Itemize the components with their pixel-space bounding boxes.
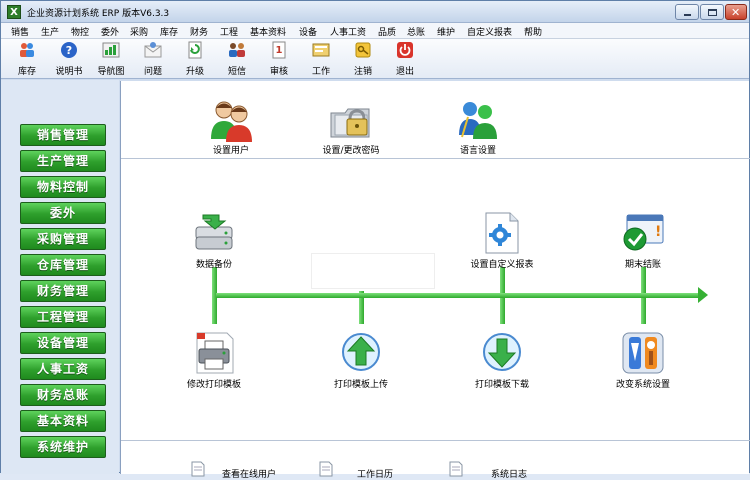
flow-arrow-icon bbox=[698, 287, 708, 303]
menu-engineering[interactable]: 工程 bbox=[220, 25, 238, 38]
work-icon bbox=[312, 43, 330, 57]
menu-basic-data[interactable]: 基本资料 bbox=[250, 25, 286, 38]
close-button[interactable]: ✕ bbox=[725, 4, 747, 20]
system-maintenance-panel: 设置用户 设置/更改密码 语言设置 数据备份 设置自定义报表 ! 期末结账 修改… bbox=[120, 81, 750, 480]
data-backup-icon bbox=[195, 214, 233, 250]
toolbar-audit-button[interactable]: 1 审核 bbox=[259, 40, 299, 78]
sidebar-purchasing-management[interactable]: 采购管理 bbox=[20, 228, 106, 250]
sidebar-general-ledger[interactable]: 财务总账 bbox=[20, 384, 106, 406]
sidebar-equipment-management[interactable]: 设备管理 bbox=[20, 332, 106, 354]
edit-print-template-item[interactable]: 修改打印模板 bbox=[187, 331, 241, 390]
close-icon: ✕ bbox=[731, 6, 741, 19]
menu-hr-payroll[interactable]: 人事工资 bbox=[330, 25, 366, 38]
sidebar-production-management[interactable]: 生产管理 bbox=[20, 150, 106, 172]
menu-bar: 销售 生产 物控 委外 采购 库存 财务 工程 基本资料 设备 人事工资 品质 … bbox=[1, 23, 749, 39]
menu-purchasing[interactable]: 采购 bbox=[130, 25, 148, 38]
data-backup-item[interactable]: 数据备份 bbox=[189, 211, 239, 270]
menu-sales[interactable]: 销售 bbox=[11, 25, 29, 38]
custom-report-setup-item[interactable]: 设置自定义报表 bbox=[470, 211, 534, 270]
sms-users-icon bbox=[229, 43, 245, 57]
toolbar-navigation-button[interactable]: 导航图 bbox=[91, 40, 131, 78]
logout-key-icon bbox=[355, 42, 371, 58]
svg-text:!: ! bbox=[655, 224, 661, 240]
minimize-icon bbox=[684, 14, 691, 16]
menu-material-control[interactable]: 物控 bbox=[71, 25, 89, 38]
print-template-upload-item[interactable]: 打印模板上传 bbox=[334, 331, 388, 390]
maximize-icon bbox=[708, 9, 717, 16]
navigation-map-icon bbox=[102, 42, 120, 58]
menu-outsourcing[interactable]: 委外 bbox=[101, 25, 119, 38]
question-mail-icon bbox=[144, 42, 162, 58]
sidebar-warehouse-management[interactable]: 仓库管理 bbox=[20, 254, 106, 276]
menu-maintenance[interactable]: 维护 bbox=[437, 25, 455, 38]
toolbar-manual-button[interactable]: ? 说明书 bbox=[49, 40, 89, 78]
window-title: 企业资源计划系统 ERP 版本V6.3.3 bbox=[27, 9, 170, 19]
menu-custom-report[interactable]: 自定义报表 bbox=[467, 25, 512, 38]
flow-line bbox=[216, 293, 698, 298]
toolbar-upgrade-button[interactable]: 升级 bbox=[175, 40, 215, 78]
module-sidebar: 销售管理 生产管理 物料控制 委外 采购管理 仓库管理 财务管理 工程管理 设备… bbox=[1, 80, 119, 474]
menu-finance[interactable]: 财务 bbox=[190, 25, 208, 38]
sidebar-finance-management[interactable]: 财务管理 bbox=[20, 280, 106, 302]
sidebar-material-control[interactable]: 物料控制 bbox=[20, 176, 106, 198]
empty-placeholder-box bbox=[311, 253, 435, 289]
section-divider bbox=[121, 158, 750, 159]
printer-icon bbox=[196, 332, 234, 374]
system-settings-tools-icon bbox=[622, 332, 664, 374]
document-icon bbox=[449, 461, 463, 477]
sidebar-basic-data[interactable]: 基本资料 bbox=[20, 410, 106, 432]
document-icon bbox=[191, 461, 205, 477]
menu-help[interactable]: 帮助 bbox=[524, 25, 542, 38]
upgrade-icon bbox=[188, 41, 202, 59]
password-lock-icon bbox=[330, 108, 370, 138]
upload-arrow-icon bbox=[342, 333, 380, 371]
download-arrow-icon bbox=[483, 333, 521, 371]
toolbar-logout-button[interactable]: 注销 bbox=[343, 40, 383, 78]
set-change-password-item[interactable]: 设置/更改密码 bbox=[322, 99, 380, 157]
sidebar-hr-payroll[interactable]: 人事工资 bbox=[20, 358, 106, 380]
help-icon: ? bbox=[61, 42, 77, 58]
minimize-button[interactable] bbox=[675, 4, 699, 20]
toolbar-question-button[interactable]: 问题 bbox=[133, 40, 173, 78]
people-inventory-icon bbox=[20, 43, 34, 57]
svg-text:?: ? bbox=[66, 44, 72, 57]
title-bar: X 企业资源计划系统 ERP 版本V6.3.3 ✕ bbox=[1, 1, 749, 23]
sidebar-system-maintenance[interactable]: 系统维护 bbox=[20, 436, 106, 458]
exit-icon bbox=[397, 42, 413, 58]
menu-general-ledger[interactable]: 总账 bbox=[407, 25, 425, 38]
menu-production[interactable]: 生产 bbox=[41, 25, 59, 38]
maximize-button[interactable] bbox=[700, 4, 724, 20]
app-logo-icon: X bbox=[7, 5, 21, 19]
sidebar-sales-management[interactable]: 销售管理 bbox=[20, 124, 106, 146]
sidebar-engineering-management[interactable]: 工程管理 bbox=[20, 306, 106, 328]
toolbar-inventory-button[interactable]: 库存 bbox=[7, 40, 47, 78]
menu-equipment[interactable]: 设备 bbox=[299, 25, 317, 38]
toolbar-sms-button[interactable]: 短信 bbox=[217, 40, 257, 78]
toolbar-work-button[interactable]: 工作 bbox=[301, 40, 341, 78]
period-end-closing-item[interactable]: ! 期末结账 bbox=[618, 211, 668, 270]
setup-users-item[interactable]: 设置用户 bbox=[206, 99, 256, 157]
document-icon bbox=[319, 461, 333, 477]
custom-report-gear-icon bbox=[485, 212, 519, 254]
audit-icon: 1 bbox=[272, 41, 286, 59]
sidebar-outsourcing[interactable]: 委外 bbox=[20, 202, 106, 224]
users-icon bbox=[211, 101, 252, 142]
change-system-settings-item[interactable]: 改变系统设置 bbox=[616, 331, 670, 390]
svg-text:1: 1 bbox=[276, 45, 283, 56]
toolbar: 库存 ? 说明书 导航图 问题 升级 短信 1 审核 工作 注销 退出 bbox=[1, 39, 749, 79]
menu-inventory[interactable]: 库存 bbox=[160, 25, 178, 38]
menu-quality[interactable]: 品质 bbox=[378, 25, 396, 38]
toolbar-exit-button[interactable]: 退出 bbox=[385, 40, 425, 78]
print-template-download-item[interactable]: 打印模板下载 bbox=[475, 331, 529, 390]
section-divider bbox=[121, 440, 750, 441]
language-settings-item[interactable]: 语言设置 bbox=[453, 99, 503, 157]
language-users-icon bbox=[459, 102, 497, 139]
main-window: X 企业资源计划系统 ERP 版本V6.3.3 ✕ 销售 生产 物控 委外 采购… bbox=[0, 0, 750, 480]
period-close-check-icon: ! bbox=[623, 214, 664, 251]
